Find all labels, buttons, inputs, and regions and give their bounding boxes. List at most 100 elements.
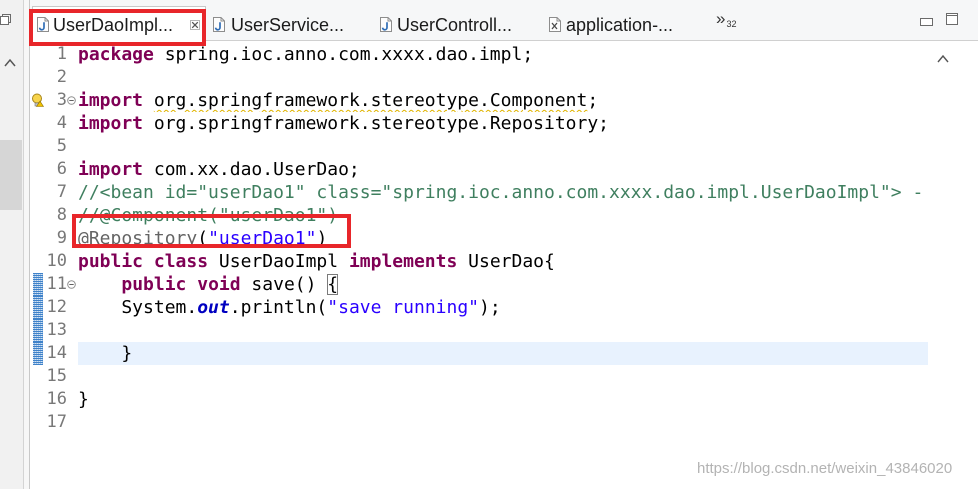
line-number: 16: [46, 389, 67, 409]
plain-token: spring.ioc.anno.com.xxxx.dao.impl;: [153, 44, 534, 65]
plain-token: {: [327, 274, 339, 295]
plain-token: UserDao{: [457, 251, 555, 272]
line-number: 1: [56, 44, 67, 64]
red-highlight-box: [29, 9, 206, 46]
line-number: 13: [46, 320, 67, 340]
keyword-token: public: [121, 274, 187, 295]
keyword-token: import: [78, 159, 144, 180]
minimize-icon[interactable]: [920, 18, 933, 26]
line-number: 8: [56, 205, 67, 225]
line-number: 7: [56, 182, 67, 202]
fold-collapse-icon[interactable]: [67, 96, 76, 105]
tab-application-config[interactable]: application-...: [544, 6, 709, 40]
plain-token: }: [78, 343, 133, 364]
line-number: 6: [56, 159, 67, 179]
line-number: 10: [46, 251, 67, 271]
plain-token: .println(: [229, 297, 328, 318]
line-number: 2: [56, 67, 67, 87]
code-line: 15: [0, 365, 928, 388]
plain-token: );: [479, 297, 501, 318]
code-line: 5: [0, 135, 928, 158]
hidden-tab-count: 32: [726, 19, 737, 29]
code-text[interactable]: public void save() {: [78, 273, 928, 296]
fold-collapse-icon[interactable]: [67, 280, 76, 289]
plain-token: ;: [587, 90, 599, 111]
keyword-token: class: [153, 251, 209, 272]
code-text[interactable]: }: [78, 388, 928, 411]
code-text[interactable]: [78, 411, 928, 434]
tab-label: UserControll...: [397, 15, 513, 35]
tab-userservice[interactable]: UserService...: [208, 6, 372, 40]
line-number: 9: [56, 228, 67, 248]
plain-token: org.springframework.stereotype.Repositor…: [143, 113, 610, 134]
plain-token: UserDaoImpl: [208, 251, 349, 272]
code-text[interactable]: System.out.println("save running");: [78, 296, 928, 319]
keyword-token: package: [78, 44, 154, 65]
code-line: 14 }: [0, 342, 928, 365]
line-number: 12: [46, 297, 67, 317]
keyword-token: import: [78, 90, 144, 111]
keyword-token: implements: [348, 251, 458, 272]
line-number: 5: [56, 136, 67, 156]
code-text[interactable]: [78, 319, 928, 342]
keyword-token: import: [78, 113, 144, 134]
code-line: 17: [0, 411, 928, 434]
code-editor: 1 package spring.ioc.anno.com.xxxx.dao.im…: [0, 43, 928, 489]
plain-token: save(): [240, 274, 328, 295]
code-text[interactable]: [78, 135, 928, 158]
line-number: 3: [56, 90, 67, 110]
code-text[interactable]: import org.springframework.stereotype.Co…: [78, 89, 928, 112]
maximize-icon[interactable]: [946, 13, 958, 25]
code-line: 12 System.out.println("save running");: [0, 296, 928, 319]
tab-label: UserService...: [231, 15, 345, 35]
comment-token: //<bean id="userDao1" class="spring.ioc.…: [78, 182, 924, 203]
plain-token: org.springframework.stereotype.Component: [153, 90, 588, 111]
code-text[interactable]: import org.springframework.stereotype.Re…: [78, 112, 928, 135]
tab-usercontroller[interactable]: UserControll...: [375, 6, 540, 40]
plain-token: System.: [78, 297, 198, 318]
code-line: 2: [0, 66, 928, 89]
code-line: 3 import org.springframework.stereotype.C…: [0, 89, 928, 112]
red-highlight-box: [72, 214, 351, 248]
code-line: 10 public class UserDaoImpl implements Us…: [0, 250, 928, 273]
watermark: https://blog.csdn.net/weixin_43846020: [697, 460, 953, 477]
code-line: 11 public void save() {: [0, 273, 928, 296]
keyword-token: public: [78, 251, 144, 272]
chevron-up-icon[interactable]: [937, 54, 949, 63]
code-line: 6 import com.xx.dao.UserDao;: [0, 158, 928, 181]
string-token: "save running": [327, 297, 479, 318]
code-line: 13: [0, 319, 928, 342]
code-line: 1 package spring.ioc.anno.com.xxxx.dao.im…: [0, 43, 928, 66]
overview-ruler[interactable]: [928, 41, 978, 489]
code-line: 4 import org.springframework.stereotype.R…: [0, 112, 928, 135]
xml-file-icon: [549, 17, 561, 32]
code-text[interactable]: package spring.ioc.anno.com.xxxx.dao.imp…: [78, 43, 928, 66]
code-line: 7 //<bean id="userDao1" class="spring.ioc…: [0, 181, 928, 204]
tab-label: application-...: [566, 15, 674, 35]
field-token: out: [197, 297, 230, 318]
restore-icon[interactable]: [0, 11, 11, 25]
java-file-icon: [213, 17, 225, 32]
plain-token: com.xx.dao.UserDao;: [143, 159, 360, 180]
line-number: 17: [46, 412, 67, 432]
plain-token: }: [78, 389, 89, 410]
code-line: 16}: [0, 388, 928, 411]
code-text[interactable]: import com.xx.dao.UserDao;: [78, 158, 928, 181]
overflow-chevron: »: [716, 9, 726, 28]
code-text[interactable]: [78, 66, 928, 89]
line-number: 4: [56, 113, 67, 133]
line-number: 11: [46, 274, 67, 294]
line-number: 14: [46, 343, 67, 363]
line-number: 15: [46, 366, 67, 386]
code-text[interactable]: //<bean id="userDao1" class="spring.ioc.…: [78, 181, 928, 204]
hidden-tabs-button[interactable]: »32: [716, 9, 737, 31]
keyword-token: void: [197, 274, 241, 295]
code-text[interactable]: [78, 365, 928, 388]
code-text[interactable]: }: [78, 342, 928, 365]
java-file-icon: [380, 17, 392, 32]
code-text[interactable]: public class UserDaoImpl implements User…: [78, 250, 928, 273]
